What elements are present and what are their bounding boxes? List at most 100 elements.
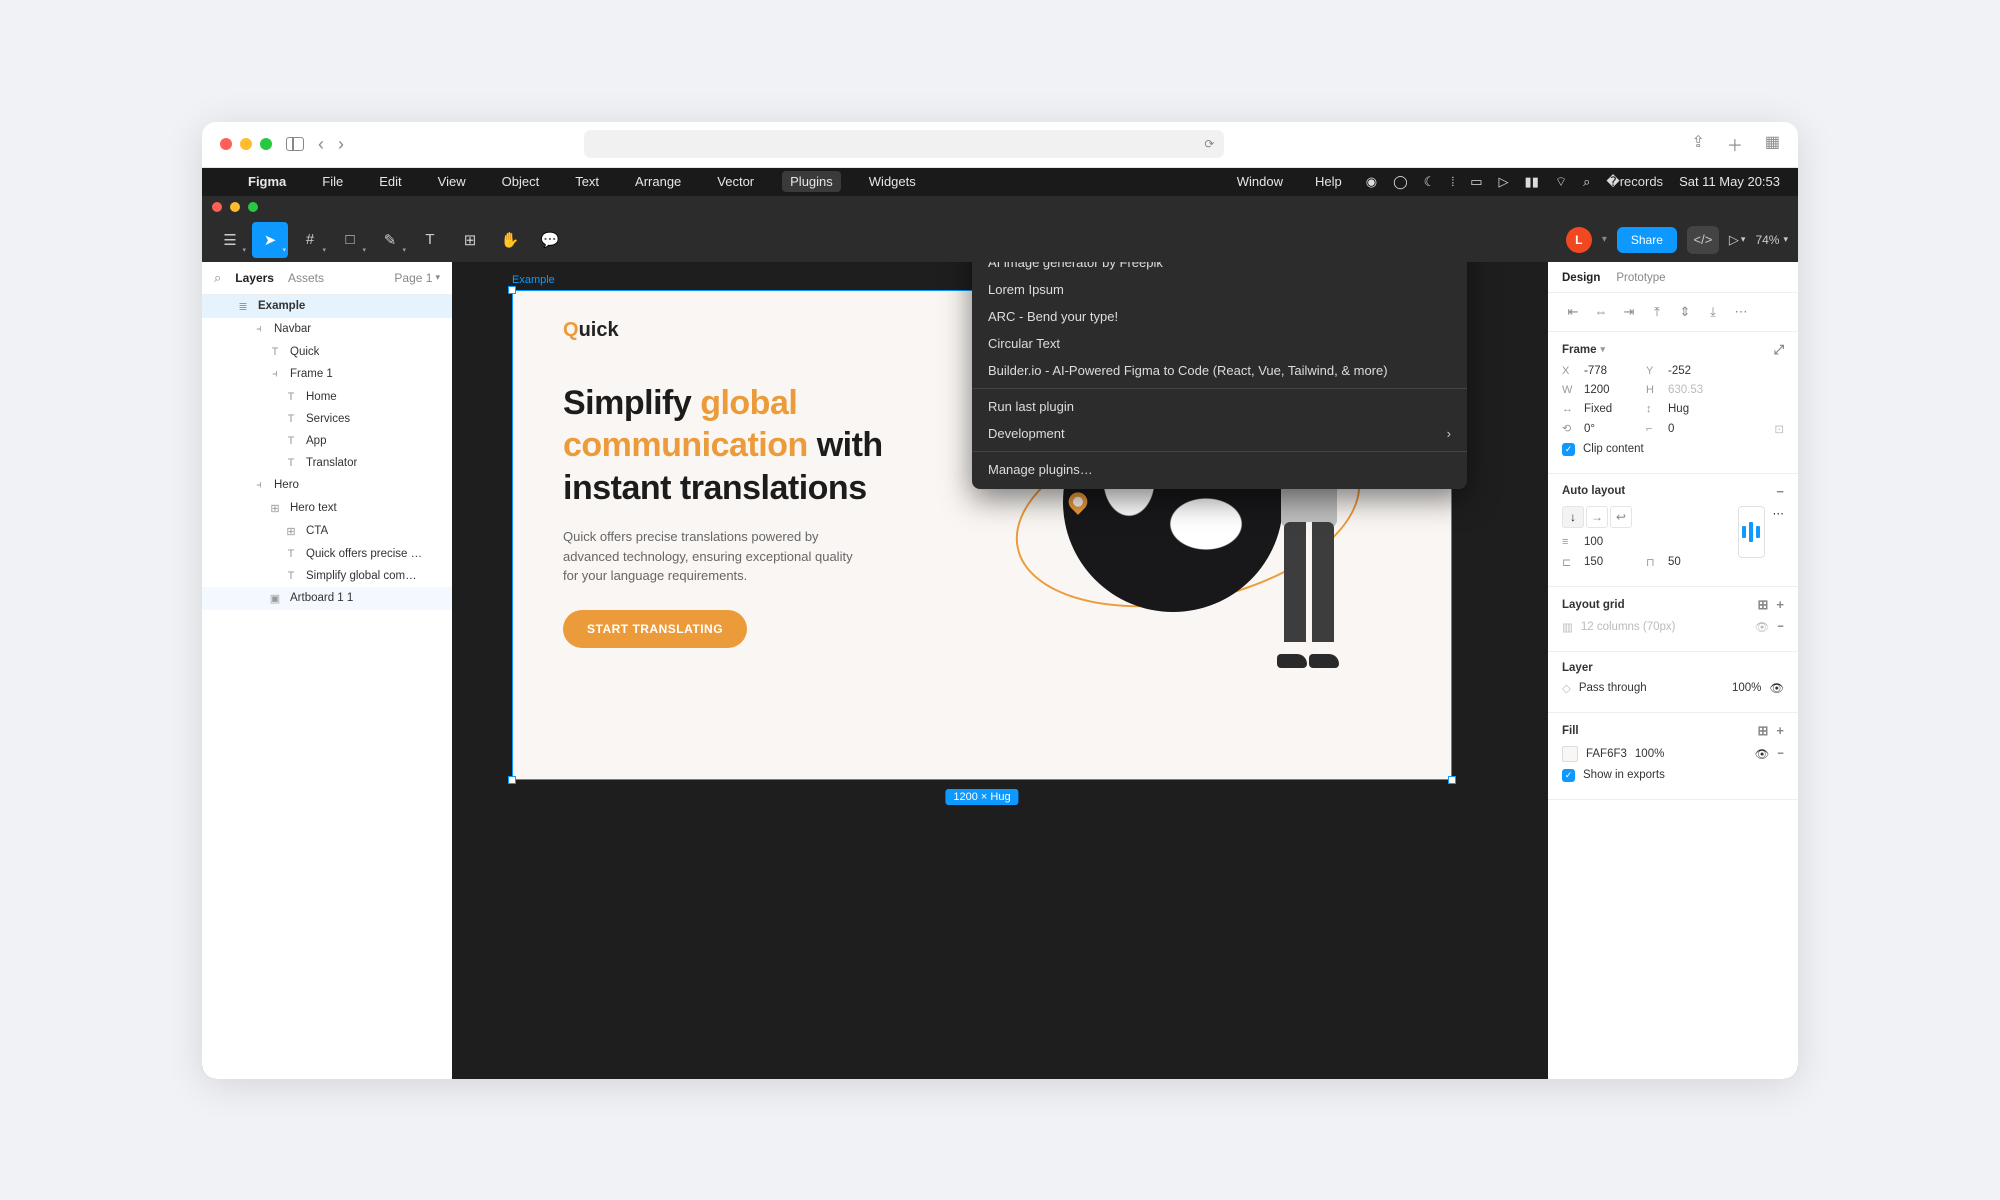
- layer-row[interactable]: ⫞Navbar: [202, 318, 452, 341]
- remove-fill-icon[interactable]: −: [1777, 748, 1784, 760]
- layer-row[interactable]: ≣Example: [202, 295, 452, 318]
- gap-input[interactable]: 100: [1584, 536, 1638, 548]
- menu-vector[interactable]: Vector: [709, 171, 762, 192]
- clip-content-checkbox[interactable]: ✓: [1562, 443, 1575, 456]
- menu-text[interactable]: Text: [567, 171, 607, 192]
- canvas[interactable]: Example 1200 × Hug Quick Home Services A…: [452, 262, 1548, 1079]
- frame-x-input[interactable]: -778: [1584, 365, 1638, 377]
- fill-swatch[interactable]: [1562, 746, 1578, 762]
- pen-tool[interactable]: ✎▾: [372, 222, 408, 258]
- menu-view[interactable]: View: [430, 171, 474, 192]
- shape-tool[interactable]: □▾: [332, 222, 368, 258]
- autolayout-more-icon[interactable]: ⋯: [1773, 506, 1785, 520]
- align-right-icon[interactable]: ⇥: [1618, 301, 1640, 323]
- align-left-icon[interactable]: ⇤: [1562, 301, 1584, 323]
- menu-arrange[interactable]: Arrange: [627, 171, 689, 192]
- status-circle-icon[interactable]: ◯: [1393, 174, 1408, 190]
- page-selector[interactable]: Page 1 ▾: [394, 271, 440, 285]
- resize-handle-br[interactable]: [1448, 776, 1456, 784]
- chevron-down-icon[interactable]: ▾: [1601, 344, 1606, 355]
- pad-h-input[interactable]: 150: [1584, 556, 1638, 568]
- figma-maximize-button[interactable]: [248, 202, 258, 212]
- tab-grid-icon[interactable]: ▦: [1765, 132, 1780, 156]
- tab-prototype[interactable]: Prototype: [1616, 272, 1665, 284]
- avatar-chevron-icon[interactable]: ▾: [1602, 234, 1607, 245]
- search-icon[interactable]: ⌕: [214, 270, 221, 286]
- plugin-item-freepik[interactable]: AI image generator by Freepik: [972, 262, 1467, 276]
- sidebar-toggle-icon[interactable]: [286, 137, 304, 151]
- plugin-item-circular[interactable]: Circular Text: [972, 330, 1467, 357]
- forward-button[interactable]: ›: [338, 134, 344, 155]
- main-menu-button[interactable]: ☰▾: [212, 222, 248, 258]
- reload-icon[interactable]: ⟳: [1204, 137, 1214, 151]
- plugin-manage[interactable]: Manage plugins…: [972, 456, 1467, 483]
- fill-hex-input[interactable]: FAF6F3: [1586, 748, 1627, 760]
- layer-row[interactable]: TSimplify global com…: [202, 565, 452, 587]
- frame-label[interactable]: Example: [512, 274, 555, 286]
- menu-help[interactable]: Help: [1307, 171, 1350, 192]
- menu-plugins[interactable]: Plugins: [782, 171, 841, 192]
- grid-value[interactable]: 12 columns (70px): [1581, 621, 1676, 633]
- resize-handle-tl[interactable]: [508, 286, 516, 294]
- comment-tool[interactable]: 💬: [532, 222, 568, 258]
- fill-opacity-input[interactable]: 100%: [1635, 748, 1664, 760]
- resources-tool[interactable]: ⊞: [452, 222, 488, 258]
- frame-w-mode[interactable]: Fixed: [1584, 403, 1638, 415]
- grid-visibility-icon[interactable]: 👁: [1755, 620, 1770, 634]
- text-tool[interactable]: T: [412, 222, 448, 258]
- layer-visibility-icon[interactable]: 👁: [1769, 681, 1784, 695]
- direction-horizontal[interactable]: →: [1586, 506, 1608, 528]
- layer-opacity-input[interactable]: 100%: [1732, 682, 1761, 694]
- layer-row[interactable]: TApp: [202, 430, 452, 452]
- plugin-run-last[interactable]: Run last plugin: [972, 393, 1467, 420]
- independent-corners-icon[interactable]: ⊡: [1774, 422, 1784, 436]
- alignment-box[interactable]: [1738, 506, 1765, 558]
- status-display-icon[interactable]: ▭: [1470, 174, 1482, 190]
- back-button[interactable]: ‹: [318, 134, 324, 155]
- status-moon-icon[interactable]: ☾: [1424, 174, 1436, 190]
- status-record-icon[interactable]: ◉: [1366, 174, 1377, 190]
- layer-row[interactable]: ⊞Hero text: [202, 497, 452, 520]
- user-avatar[interactable]: L: [1566, 227, 1592, 253]
- direction-vertical[interactable]: ↓: [1562, 506, 1584, 528]
- frame-h-input[interactable]: 630.53: [1668, 384, 1722, 396]
- direction-wrap[interactable]: ↩: [1610, 506, 1632, 528]
- frame-w-input[interactable]: 1200: [1584, 384, 1638, 396]
- add-fill-icon[interactable]: +: [1776, 723, 1784, 738]
- address-bar[interactable]: ⟳: [584, 130, 1224, 158]
- status-control-center-icon[interactable]: �records: [1606, 174, 1663, 190]
- dev-mode-button[interactable]: </>: [1687, 226, 1719, 254]
- status-play-icon[interactable]: ▷: [1499, 174, 1509, 190]
- remove-autolayout-icon[interactable]: −: [1776, 484, 1784, 499]
- status-search-icon[interactable]: ⌕: [1583, 174, 1590, 190]
- zoom-control[interactable]: 74% ▾: [1755, 233, 1788, 247]
- layer-row[interactable]: ⫞Frame 1: [202, 363, 452, 386]
- status-grid-icon[interactable]: ⦙: [1451, 174, 1454, 190]
- fill-visibility-icon[interactable]: 👁: [1755, 747, 1770, 761]
- plugin-item-arc[interactable]: ARC - Bend your type!: [972, 303, 1467, 330]
- tab-design[interactable]: Design: [1562, 272, 1600, 284]
- menubar-clock[interactable]: Sat 11 May 20:53: [1679, 174, 1780, 189]
- layer-row[interactable]: THome: [202, 386, 452, 408]
- align-bottom-icon[interactable]: ⤓: [1702, 301, 1724, 323]
- menu-edit[interactable]: Edit: [371, 171, 409, 192]
- plugin-item-builder[interactable]: Builder.io - AI-Powered Figma to Code (R…: [972, 357, 1467, 384]
- grid-styles-icon[interactable]: ⊞: [1758, 597, 1769, 613]
- move-tool[interactable]: ➤▾: [252, 222, 288, 258]
- align-vcenter-icon[interactable]: ⇕: [1674, 301, 1696, 323]
- layer-row[interactable]: TQuick offers precise …: [202, 543, 452, 565]
- align-top-icon[interactable]: ⤒: [1646, 301, 1668, 323]
- frame-h-mode[interactable]: Hug: [1668, 403, 1722, 415]
- layer-row[interactable]: ⊞CTA: [202, 520, 452, 543]
- close-window-button[interactable]: [220, 138, 232, 150]
- resize-handle-bl[interactable]: [508, 776, 516, 784]
- present-button[interactable]: ▷ ▾: [1729, 232, 1746, 248]
- minimize-window-button[interactable]: [240, 138, 252, 150]
- status-wifi-icon[interactable]: ⌔: [1555, 174, 1567, 190]
- layer-row[interactable]: TServices: [202, 408, 452, 430]
- blend-mode-select[interactable]: Pass through: [1579, 682, 1647, 694]
- align-more-icon[interactable]: ⋯: [1730, 301, 1752, 323]
- pad-v-input[interactable]: 50: [1668, 556, 1722, 568]
- layer-row[interactable]: TQuick: [202, 341, 452, 363]
- tab-layers[interactable]: Layers: [235, 271, 274, 285]
